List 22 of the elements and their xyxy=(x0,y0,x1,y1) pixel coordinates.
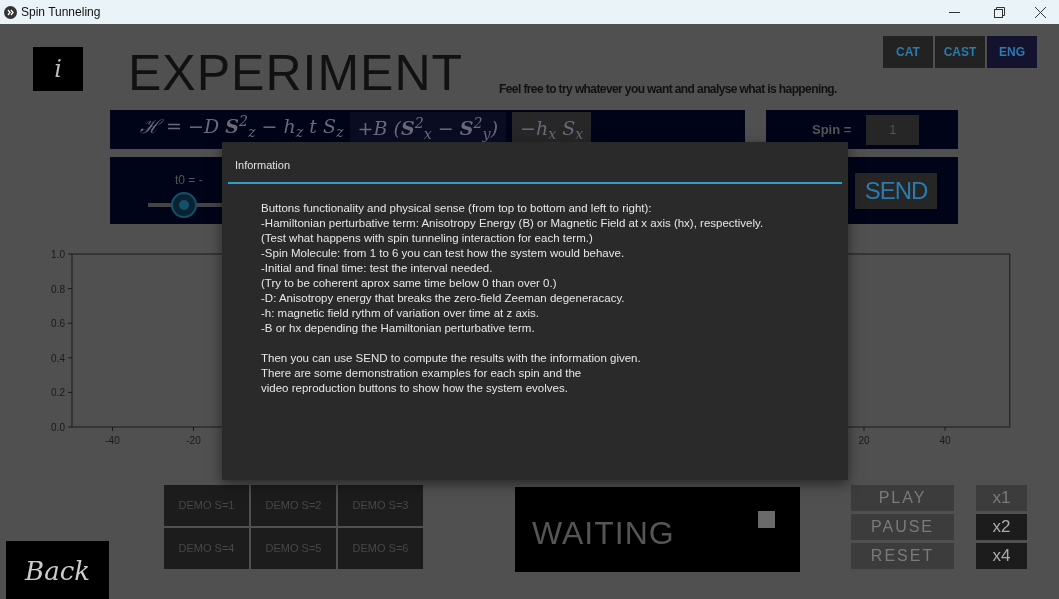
speed-button[interactable]: x2 xyxy=(976,514,1027,540)
info-button[interactable]: i xyxy=(33,47,83,91)
close-icon[interactable] xyxy=(1035,6,1046,18)
language-tab[interactable]: CAST xyxy=(935,36,985,68)
hamiltonian-formula: ℋ = −D S$^{2}$$_{z}$ − h$_{z}$ t S$_{z}$ xyxy=(140,112,344,141)
restore-icon[interactable] xyxy=(994,6,1005,18)
page-heading: EXPERIMENT xyxy=(128,48,464,98)
dialog-title: Information xyxy=(235,158,292,173)
dialog-text: Buttons functionality and physical sense (from top to bottom and left to right): -Hamiltonian perturbative term: Anisotropy Energy (B) or Magnetic Field at x axis (hx), respectively. (Test what happens with spin tunneling interaction for each term.) -Spin Molecule: from 1 to 6 you can test how the system would behave. -Initial and final time: test the interval needed. (Try to be coherent aprox same time below 0 than over 0.) -D: Anisotropy energy that breaks the zero-field Zeeman degeneracacy. -h: magnetic field rythm of variation over time at z axis. -B or hx depending the Hamiltonian perturbative term. xyxy=(261,200,765,336)
spin-label: Spin = xyxy=(812,120,852,139)
stop-icon xyxy=(758,511,775,528)
time-label: t0 = - xyxy=(175,172,203,189)
language-tab[interactable]: ENG xyxy=(987,36,1037,68)
back-button[interactable]: Back xyxy=(6,541,109,599)
status-text: WAITING xyxy=(532,513,675,553)
send-button[interactable]: SEND xyxy=(855,172,937,209)
language-tab[interactable]: CAT xyxy=(883,36,933,68)
speed-button[interactable]: x4 xyxy=(976,543,1027,569)
app-icon xyxy=(4,5,17,19)
window-title: Spin Tunneling xyxy=(21,4,101,21)
subtitle: Feel free to try whatever you want and analyse what is happening. xyxy=(499,81,837,98)
dialog-text: Then you can use SEND to compute the results with the information given. There are some demonstration examples for each spin and the video reproduction buttons to show how the system evolves. xyxy=(261,350,642,396)
